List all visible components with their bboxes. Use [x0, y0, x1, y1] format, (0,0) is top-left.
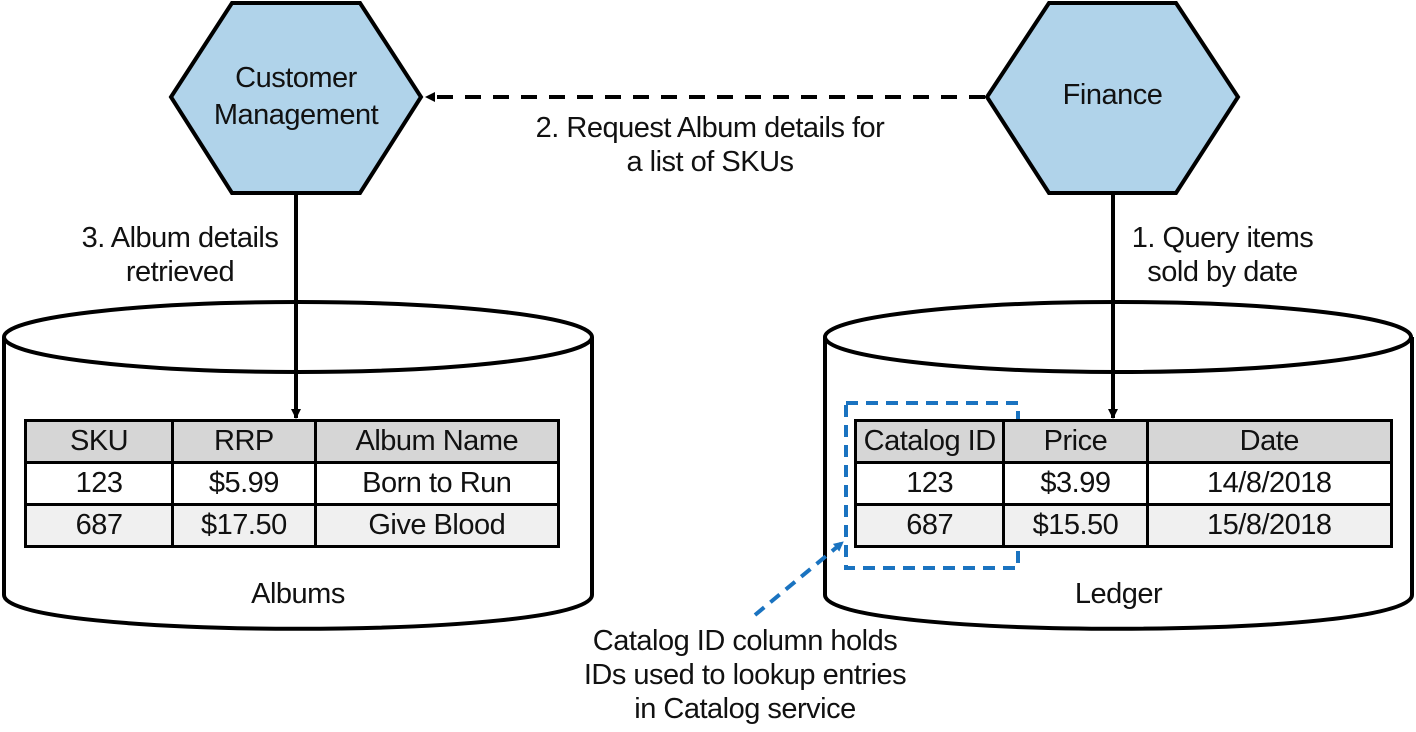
albums-table-row: 123 $5.99 Born to Run — [23, 461, 561, 506]
customer-management-label-line1: Customer — [235, 62, 357, 94]
finance-label: Finance — [987, 77, 1238, 114]
step1-label-line2: sold by date — [1147, 256, 1298, 288]
annotation-line3: in Catalog service — [634, 693, 856, 725]
step3-label-line1: 3. Album details — [81, 222, 279, 254]
albums-cell: 123 — [23, 461, 175, 506]
albums-column-header: Album Name — [313, 419, 561, 464]
ledger-cell: $15.50 — [1002, 503, 1149, 548]
albums-cell: $17.50 — [171, 503, 317, 548]
ledger-table-header: Catalog ID Price Date — [853, 419, 1394, 464]
albums-table-row: 687 $17.50 Give Blood — [23, 503, 561, 548]
ledger-cell: 687 — [853, 503, 1006, 548]
step2-label-line1: 2. Request Album details for — [535, 112, 885, 144]
ledger-table: Catalog ID Price Date 123 $3.99 14/8/201… — [853, 419, 1394, 548]
ledger-column-header: Date — [1145, 419, 1394, 464]
albums-cell: 687 — [23, 503, 175, 548]
ledger-table-row: 687 $15.50 15/8/2018 — [853, 503, 1394, 548]
annotation-line1: Catalog ID column holds — [592, 625, 898, 657]
albums-cell: Give Blood — [313, 503, 561, 548]
step3-label: 3. Album details retrieved — [60, 221, 300, 289]
step2-label-line2: a list of SKUs — [626, 146, 794, 178]
ledger-column-header: Price — [1002, 419, 1149, 464]
ledger-cylinder-top — [823, 300, 1413, 374]
albums-cell: Born to Run — [313, 461, 561, 506]
albums-column-header: SKU — [23, 419, 175, 464]
step3-label-line2: retrieved — [125, 256, 235, 288]
ledger-table-row: 123 $3.99 14/8/2018 — [853, 461, 1394, 506]
ledger-column-header: Catalog ID — [853, 419, 1006, 464]
customer-management-label-line2: Management — [213, 99, 379, 131]
annotation-line2: IDs used to lookup entries — [583, 659, 907, 691]
ledger-cell: 123 — [853, 461, 1006, 506]
albums-table: SKU RRP Album Name 123 $5.99 Born to Run… — [23, 419, 561, 548]
customer-management-label: Customer Management — [171, 60, 421, 134]
ledger-database-label: Ledger — [1074, 578, 1163, 610]
albums-cell: $5.99 — [171, 461, 317, 506]
albums-database-label: Albums — [251, 578, 345, 610]
step1-label-line1: 1. Query items — [1131, 222, 1314, 254]
ledger-cell: 14/8/2018 — [1145, 461, 1394, 506]
finance-label-line1: Finance — [1062, 79, 1163, 111]
ledger-cell: $3.99 — [1002, 461, 1149, 506]
step1-label: 1. Query items sold by date — [1110, 221, 1335, 289]
step2-label: 2. Request Album details for a list of S… — [480, 111, 940, 179]
catalog-id-annotation: Catalog ID column holds IDs used to look… — [540, 624, 950, 726]
ledger-cell: 15/8/2018 — [1145, 503, 1394, 548]
albums-table-header: SKU RRP Album Name — [23, 419, 561, 464]
albums-column-header: RRP — [171, 419, 317, 464]
